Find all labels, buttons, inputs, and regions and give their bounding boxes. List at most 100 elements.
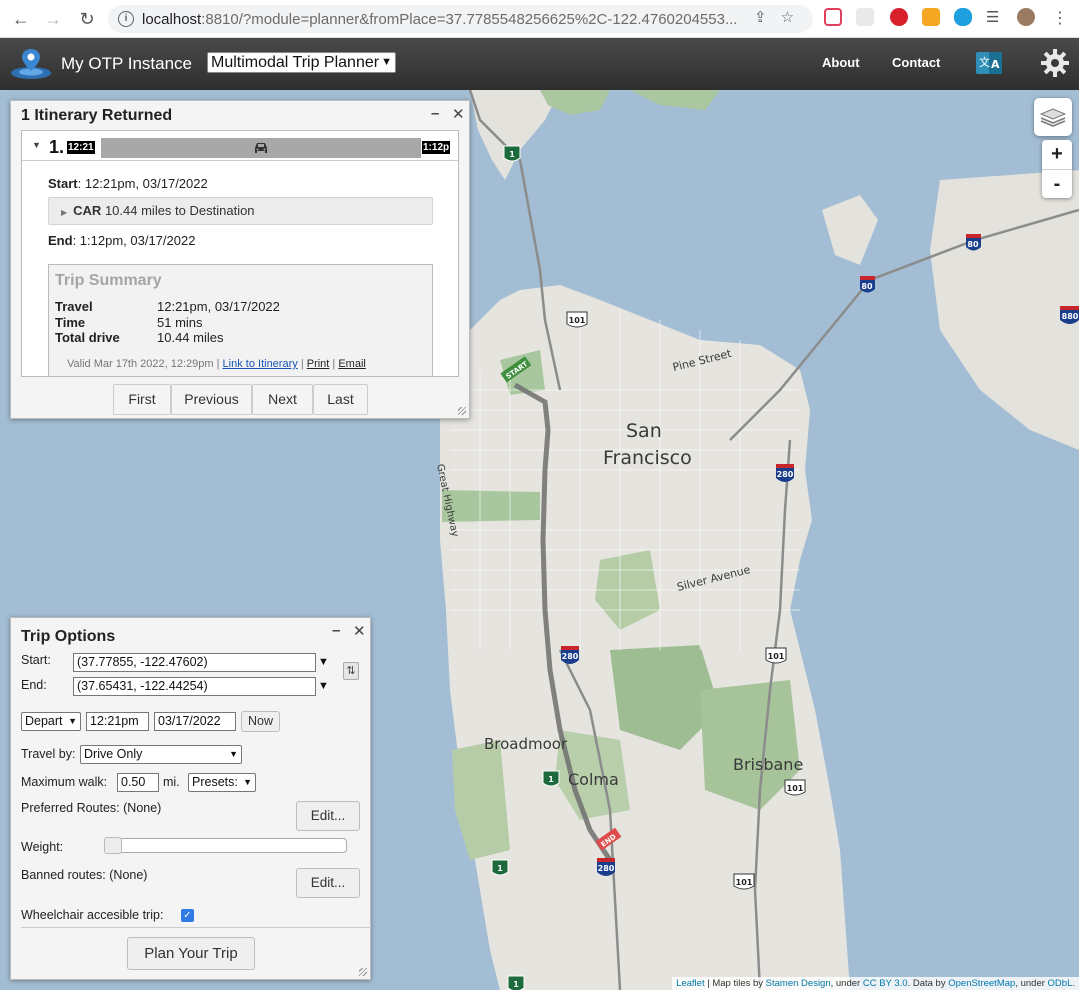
layers-icon (1040, 108, 1066, 127)
about-link[interactable]: About (822, 55, 860, 70)
minimize-icon[interactable]: – (332, 622, 340, 639)
share-icon[interactable]: ⇪ (754, 8, 767, 26)
site-info-icon[interactable]: i (118, 11, 134, 27)
wheelchair-checkbox[interactable]: ✓ (181, 909, 194, 922)
app-header: My OTP Instance Multimodal Trip Planner … (0, 38, 1079, 90)
odbl-link[interactable]: ODbL (1048, 978, 1073, 989)
reload-icon[interactable]: ↻ (72, 4, 102, 34)
preferred-routes-label: Preferred Routes: (None) (21, 801, 162, 815)
i280-shield: 280 (561, 646, 579, 664)
edit-banned-routes-button[interactable]: Edit... (296, 868, 360, 898)
adblock-extension-icon[interactable] (890, 8, 908, 26)
gear-icon[interactable] (1040, 48, 1070, 78)
start-dropdown-icon[interactable]: ▼ (317, 653, 330, 672)
total-drive-label: Total drive (55, 330, 120, 345)
trip-options-panel: Trip Options – ✕ Start: (37.77855, -122.… (10, 617, 371, 980)
svg-text:1: 1 (497, 864, 503, 873)
us101-shield: 101 (765, 647, 787, 664)
edit-preferred-routes-button[interactable]: Edit... (296, 801, 360, 831)
expand-caret-icon: ▶ (61, 208, 68, 217)
svg-text:101: 101 (787, 784, 804, 793)
svg-text:A: A (991, 58, 1000, 71)
last-button[interactable]: Last (313, 384, 368, 415)
zoom-in-button[interactable]: + (1042, 140, 1072, 169)
total-drive-value: 10.44 miles (157, 330, 224, 345)
forward-arrow-icon[interactable]: → (38, 4, 68, 34)
chevron-down-icon: ▼ (229, 749, 238, 759)
itinerary-leg-bar[interactable] (101, 138, 421, 158)
email-link[interactable]: Email (338, 358, 366, 370)
zoom-out-button[interactable]: - (1042, 169, 1072, 198)
weight-slider-handle[interactable] (104, 837, 122, 854)
attribution-text: , under (1015, 978, 1045, 989)
depart-select[interactable]: Depart ▼ (21, 712, 81, 731)
end-dropdown-icon[interactable]: ▼ (317, 677, 330, 696)
us101-shield: 101 (733, 873, 755, 890)
salesforce-extension-icon[interactable] (954, 8, 972, 26)
link-to-itinerary[interactable]: Link to Itinerary (223, 358, 298, 370)
language-icon[interactable]: 文 A (976, 50, 1002, 76)
svg-text:80: 80 (861, 282, 873, 291)
trip-summary: Trip Summary Travel 12:21pm, 03/17/2022 … (48, 264, 433, 376)
start-location-input[interactable]: (37.77855, -122.47602) (73, 653, 316, 672)
previous-button[interactable]: Previous (171, 384, 252, 415)
layers-control[interactable] (1034, 98, 1072, 136)
swap-locations-icon[interactable]: ⇅ (343, 662, 359, 680)
svg-text:280: 280 (598, 864, 615, 873)
back-arrow-icon[interactable]: ← (6, 4, 36, 34)
minimize-icon[interactable]: – (431, 105, 439, 122)
osm-link[interactable]: OpenStreetMap (948, 978, 1015, 989)
extension-icon[interactable] (856, 8, 874, 26)
itinerary-start-tag: 12:21 (67, 141, 95, 154)
mode-select[interactable]: Multimodal Trip Planner ▼ (207, 52, 396, 73)
leaflet-link[interactable]: Leaflet (676, 978, 705, 989)
avatar[interactable] (1017, 8, 1035, 26)
pocket-extension-icon[interactable] (824, 8, 842, 26)
time-label: Time (55, 315, 86, 330)
end-location-input[interactable]: (37.65431, -122.44254) (73, 677, 316, 696)
divider (21, 927, 371, 928)
map-label-colma: Colma (568, 770, 619, 789)
car-leg-row[interactable]: ▶ CAR 10.44 miles to Destination (48, 197, 433, 225)
time-input[interactable]: 12:21pm (86, 712, 149, 731)
next-button[interactable]: Next (252, 384, 313, 415)
address-bar[interactable]: i localhost:8810/?module=planner&fromPla… (108, 5, 813, 33)
kebab-menu-icon[interactable]: ⋮ (1052, 8, 1068, 28)
puzzle-extensions-icon[interactable]: ☰ (986, 8, 1004, 26)
date-input[interactable]: 03/17/2022 (154, 712, 236, 731)
close-icon[interactable]: ✕ (452, 105, 465, 123)
map-attribution: Leaflet | Map tiles by Stamen Design, un… (672, 977, 1079, 990)
resize-handle[interactable] (458, 407, 466, 415)
travel-mode-select[interactable]: Drive Only ▼ (80, 745, 242, 764)
max-walk-input[interactable]: 0.50 (117, 773, 159, 792)
bookmark-star-icon[interactable]: ☆ (781, 8, 794, 26)
map-label-brisbane: Brisbane (733, 755, 804, 774)
itinerary-header[interactable]: ▼ 1. 12:21 1:12p (22, 131, 458, 161)
leg-mode: CAR (73, 203, 102, 218)
travel-value: 12:21pm, 03/17/2022 (157, 299, 280, 314)
svg-text:280: 280 (777, 470, 794, 479)
stamen-link[interactable]: Stamen Design (766, 978, 831, 989)
contact-link[interactable]: Contact (892, 55, 940, 70)
collapse-caret-icon[interactable]: ▼ (32, 140, 41, 150)
close-icon[interactable]: ✕ (353, 622, 366, 640)
zoom-control: + - (1042, 140, 1072, 198)
first-button[interactable]: First (113, 384, 171, 415)
cc-link[interactable]: CC BY 3.0 (863, 978, 908, 989)
presets-select[interactable]: Presets: ▼ (188, 773, 256, 792)
attribution-text: , under (830, 978, 861, 989)
now-button[interactable]: Now (241, 711, 280, 732)
app-title[interactable]: My OTP Instance (61, 54, 192, 74)
i80-shield: 80 (966, 234, 981, 251)
weight-slider[interactable] (104, 837, 347, 854)
itinerary-panel: 1 Itinerary Returned – ✕ ▼ 1. 12:21 1:12… (10, 100, 470, 419)
travel-mode-value: Drive Only (84, 747, 143, 761)
max-walk-label: Maximum walk: (21, 775, 108, 789)
chevron-down-icon: ▼ (68, 716, 77, 726)
itinerary-number: 1. (49, 137, 65, 157)
plan-trip-button[interactable]: Plan Your Trip (127, 937, 255, 970)
banned-routes-label: Banned routes: (None) (21, 868, 148, 882)
resize-handle[interactable] (359, 968, 367, 976)
print-link[interactable]: Print (307, 358, 330, 370)
orange-extension-icon[interactable] (922, 8, 940, 26)
